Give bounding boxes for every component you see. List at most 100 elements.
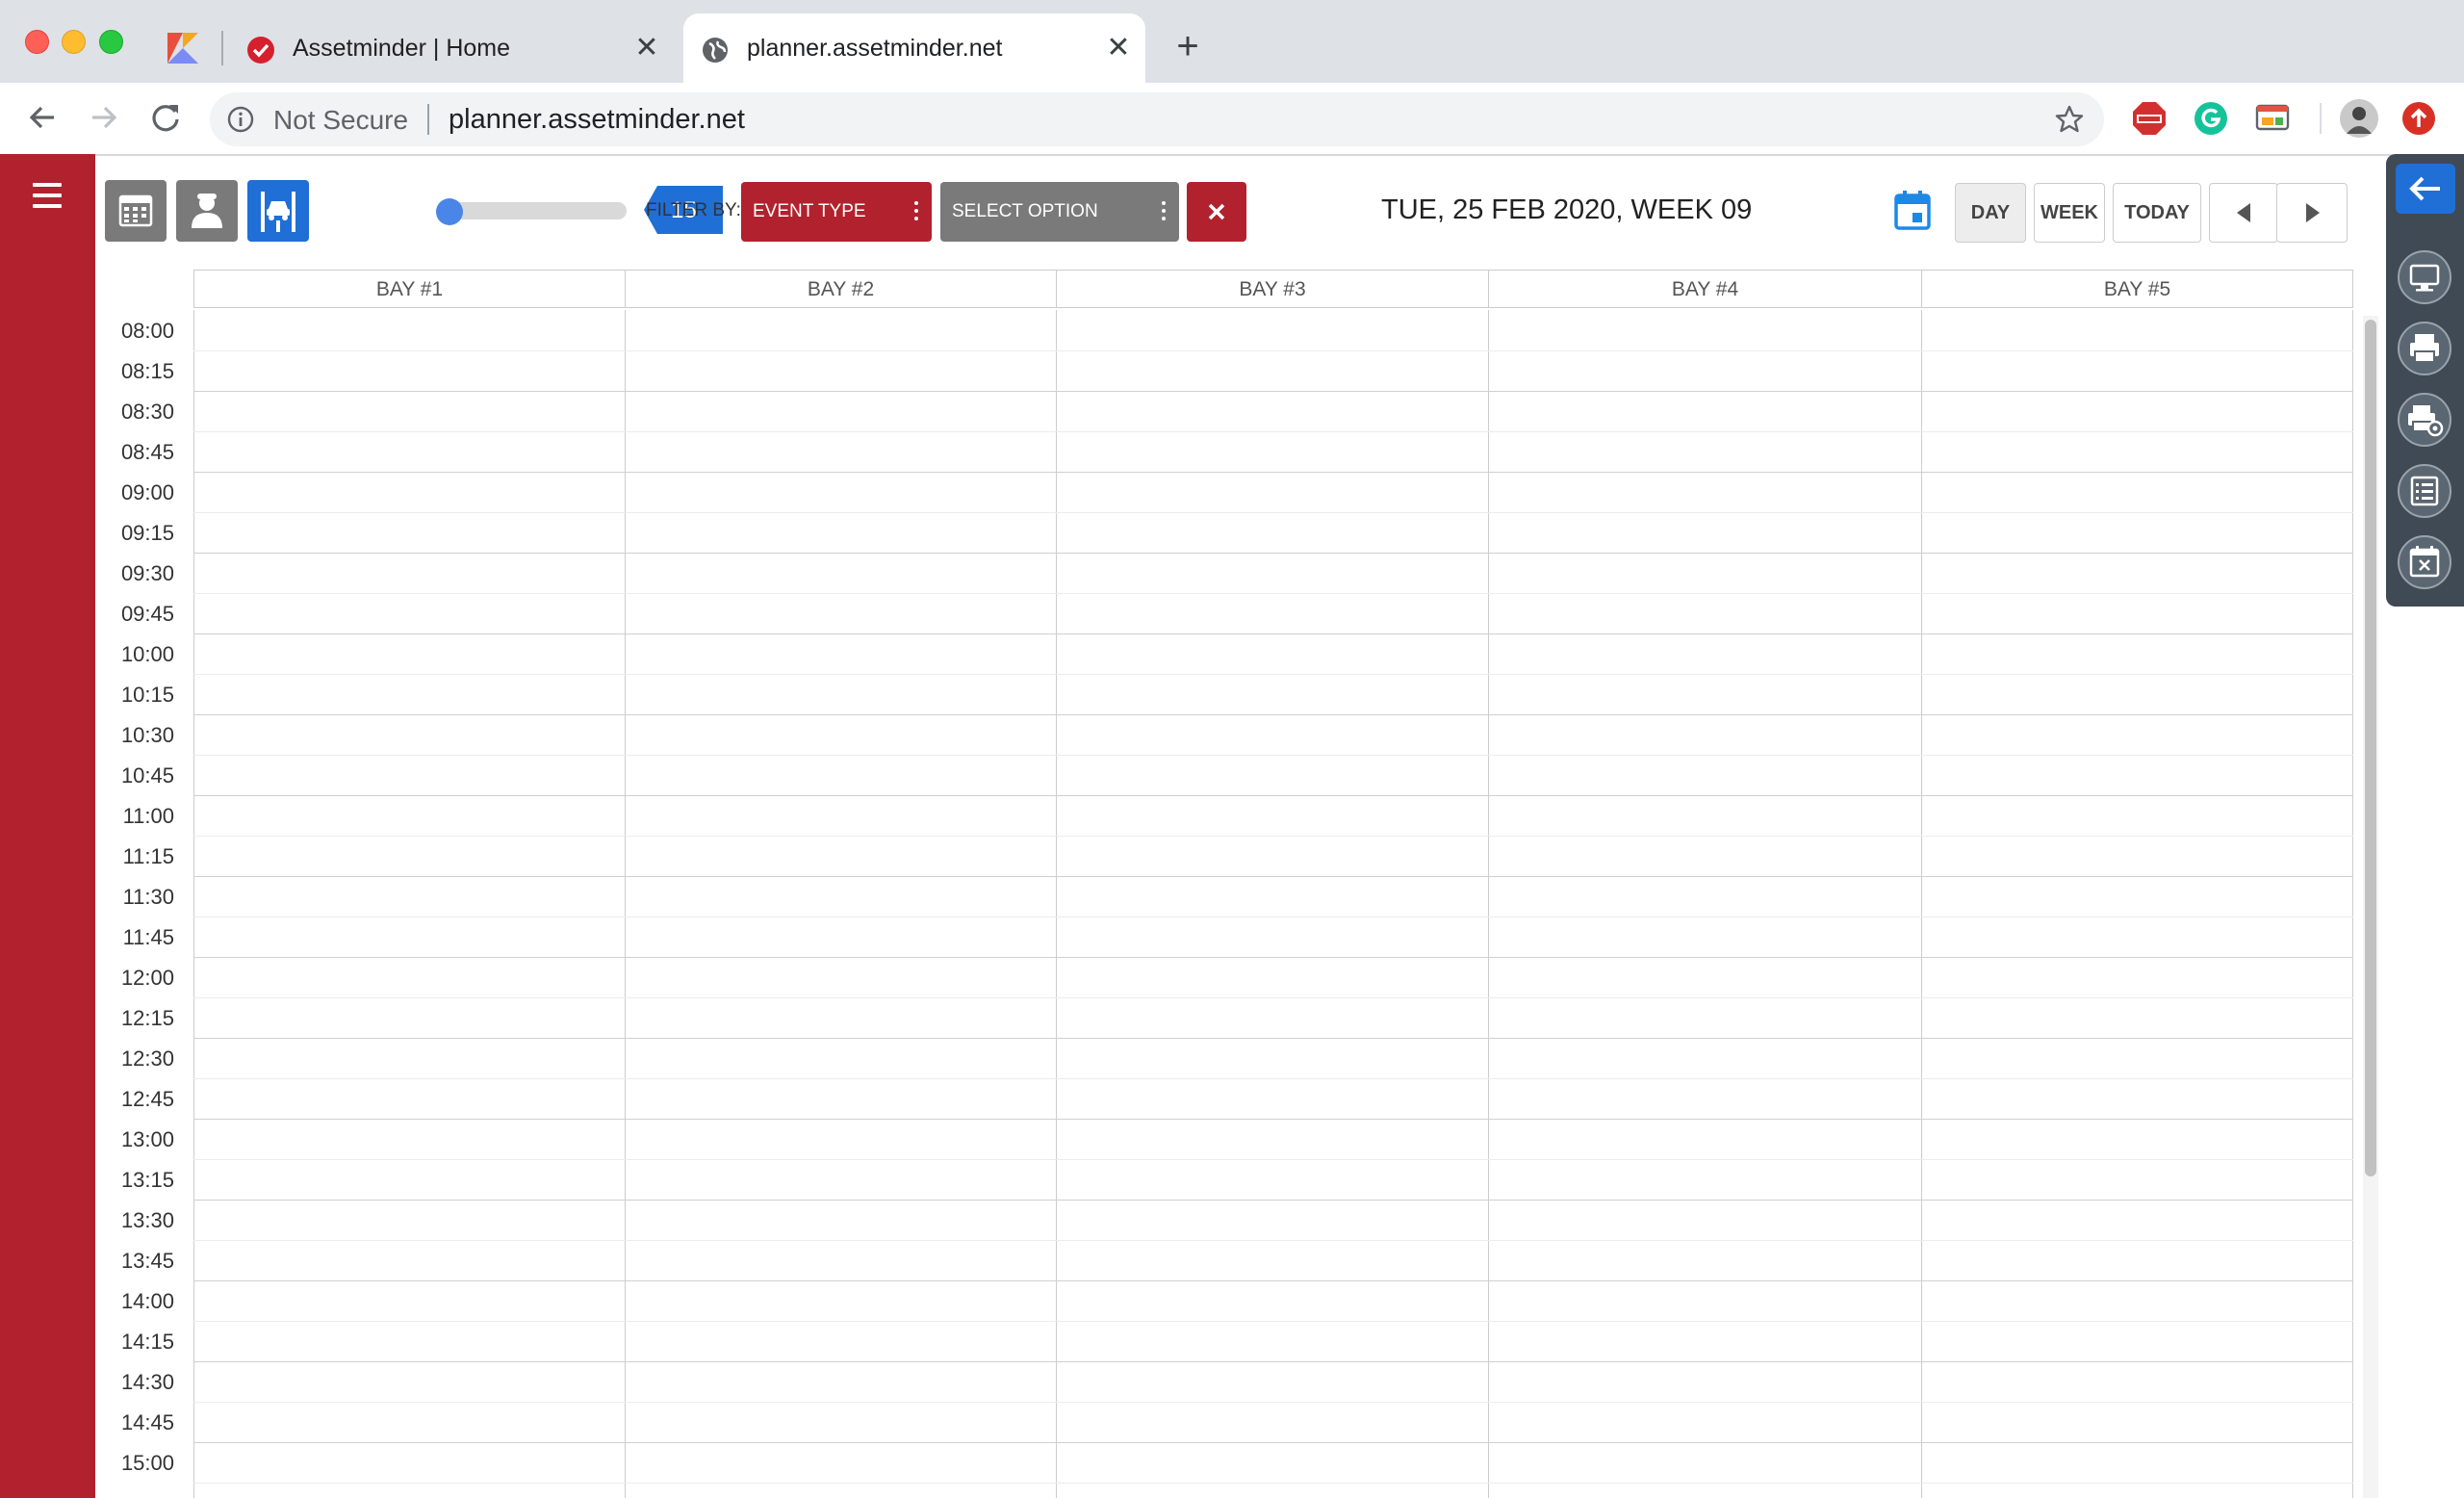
tab-title: planner.assetminder.net	[747, 35, 1003, 62]
technician-view-button[interactable]	[176, 180, 238, 242]
window-zoom-button[interactable]	[99, 30, 123, 54]
back-arrow-icon[interactable]	[21, 96, 64, 139]
column-divider	[1488, 310, 1489, 1498]
bay-column-header: BAY #2	[625, 270, 1056, 308]
vehicle-lift-icon	[261, 192, 295, 232]
tab-title: Assetminder | Home	[293, 35, 511, 62]
url-text[interactable]: planner.assetminder.net	[449, 104, 745, 136]
window-close-button[interactable]	[25, 30, 49, 54]
slot-gridline	[193, 836, 2353, 837]
time-label: 08:00	[120, 319, 174, 343]
menu-hamburger-icon[interactable]	[33, 183, 62, 208]
browser-tabbar: Assetminder | Home ✕ planner.assetminder…	[0, 0, 2464, 83]
monitor-icon	[2398, 250, 2451, 304]
today-button[interactable]: TODAY	[2113, 183, 2201, 243]
slot-gridline	[193, 957, 2353, 958]
omnibox-divider	[427, 104, 429, 135]
time-label: 11:30	[122, 885, 174, 909]
time-label: 15:00	[120, 1451, 174, 1475]
update-arrow-icon[interactable]	[2400, 100, 2437, 137]
time-label: 14:00	[120, 1289, 174, 1313]
bay-column-header: BAY #4	[1488, 270, 1921, 308]
display-tool-button[interactable]	[2396, 248, 2453, 306]
tab-close-icon[interactable]: ✕	[1103, 33, 1134, 64]
list-icon	[2398, 464, 2451, 518]
interval-slider-handle[interactable]	[436, 198, 463, 225]
adblock-icon[interactable]	[2131, 100, 2168, 137]
select-option-filter[interactable]: SELECT OPTION	[940, 182, 1179, 242]
time-label: 08:45	[120, 440, 174, 464]
more-vertical-icon	[914, 201, 918, 222]
time-label: 13:15	[120, 1168, 174, 1192]
toolbar-divider	[2320, 103, 2322, 134]
check-badge-icon	[246, 36, 275, 65]
time-label: 08:15	[120, 359, 174, 383]
print-settings-button[interactable]	[2396, 391, 2453, 449]
time-label: 14:30	[120, 1370, 174, 1394]
time-label: 13:00	[120, 1127, 174, 1151]
tab-close-icon[interactable]: ✕	[631, 33, 662, 64]
bay-column-header: BAY #5	[1921, 270, 2353, 308]
next-day-button[interactable]	[2276, 183, 2348, 243]
filter-by-label: FILTER BY:	[646, 200, 741, 220]
time-label: 10:45	[120, 763, 174, 788]
chevron-left-icon	[2237, 203, 2250, 222]
grammarly-icon[interactable]	[2193, 100, 2229, 137]
view-week-button[interactable]: WEEK	[2034, 183, 2105, 243]
time-label: 09:00	[120, 480, 174, 504]
slot-gridline	[193, 1361, 2353, 1362]
reload-icon[interactable]	[144, 96, 187, 139]
tool-panel	[2386, 154, 2464, 607]
previous-day-button[interactable]	[2209, 183, 2278, 243]
more-vertical-icon	[1162, 201, 1166, 222]
bookmark-star-icon[interactable]	[2054, 104, 2085, 135]
time-label: 13:45	[120, 1249, 174, 1273]
time-slots[interactable]	[193, 310, 2353, 1498]
tab-assetminder-home[interactable]: Assetminder | Home ✕	[229, 13, 674, 83]
select-option-label: SELECT OPTION	[952, 201, 1098, 221]
printer-icon	[2398, 322, 2451, 375]
slot-gridline	[193, 553, 2353, 554]
current-date-title: TUE, 25 FEB 2020, WEEK 09	[1381, 194, 1753, 225]
slot-gridline	[193, 1442, 2353, 1443]
new-tab-icon[interactable]: +	[1168, 27, 1207, 65]
time-label: 08:30	[120, 400, 174, 424]
forward-arrow-icon[interactable]	[83, 96, 125, 139]
window-minimize-button[interactable]	[62, 30, 86, 54]
slot-gridline	[193, 755, 2353, 756]
address-bar[interactable]: Not Secure planner.assetminder.net	[210, 92, 2104, 146]
globe-icon	[701, 36, 730, 65]
bay-schedule-grid: BAY #1 BAY #2 BAY #3 BAY #4 BAY #5 08:00…	[95, 270, 2386, 1498]
cast-window-icon[interactable]	[2254, 100, 2291, 137]
chevron-right-icon	[2306, 203, 2320, 222]
column-divider	[2352, 310, 2353, 1498]
print-button[interactable]	[2396, 320, 2453, 377]
time-label: 13:30	[120, 1208, 174, 1232]
clear-filter-button[interactable]	[1187, 182, 1246, 242]
time-label: 09:15	[120, 521, 174, 545]
slot-gridline	[193, 1280, 2353, 1281]
slot-gridline	[193, 1483, 2353, 1484]
tab-planner[interactable]: planner.assetminder.net ✕	[683, 13, 1145, 83]
bay-view-button[interactable]	[247, 180, 309, 242]
time-label: 11:15	[122, 844, 174, 868]
time-label: 09:45	[120, 602, 174, 626]
time-label: 12:00	[120, 966, 174, 990]
view-day-button[interactable]: DAY	[1955, 183, 2026, 243]
cancel-day-button[interactable]	[2396, 533, 2453, 591]
technician-icon	[192, 194, 222, 228]
grid-scrollbar-thumb[interactable]	[2365, 320, 2376, 1176]
pinned-tab-kanban-icon[interactable]	[164, 29, 202, 67]
tab-separator	[221, 31, 223, 65]
avatar[interactable]	[2339, 98, 2379, 139]
interval-slider-track[interactable]	[438, 202, 627, 220]
slot-gridline	[193, 674, 2353, 675]
event-type-filter[interactable]: EVENT TYPE	[741, 182, 932, 242]
list-view-button[interactable]	[2396, 462, 2453, 520]
date-picker-calendar-icon[interactable]	[1893, 189, 1932, 231]
info-icon[interactable]	[227, 106, 254, 133]
calendar-view-button[interactable]	[105, 180, 167, 242]
collapse-panel-button[interactable]	[2396, 164, 2455, 214]
column-divider	[625, 310, 626, 1498]
slot-gridline	[193, 1321, 2353, 1322]
